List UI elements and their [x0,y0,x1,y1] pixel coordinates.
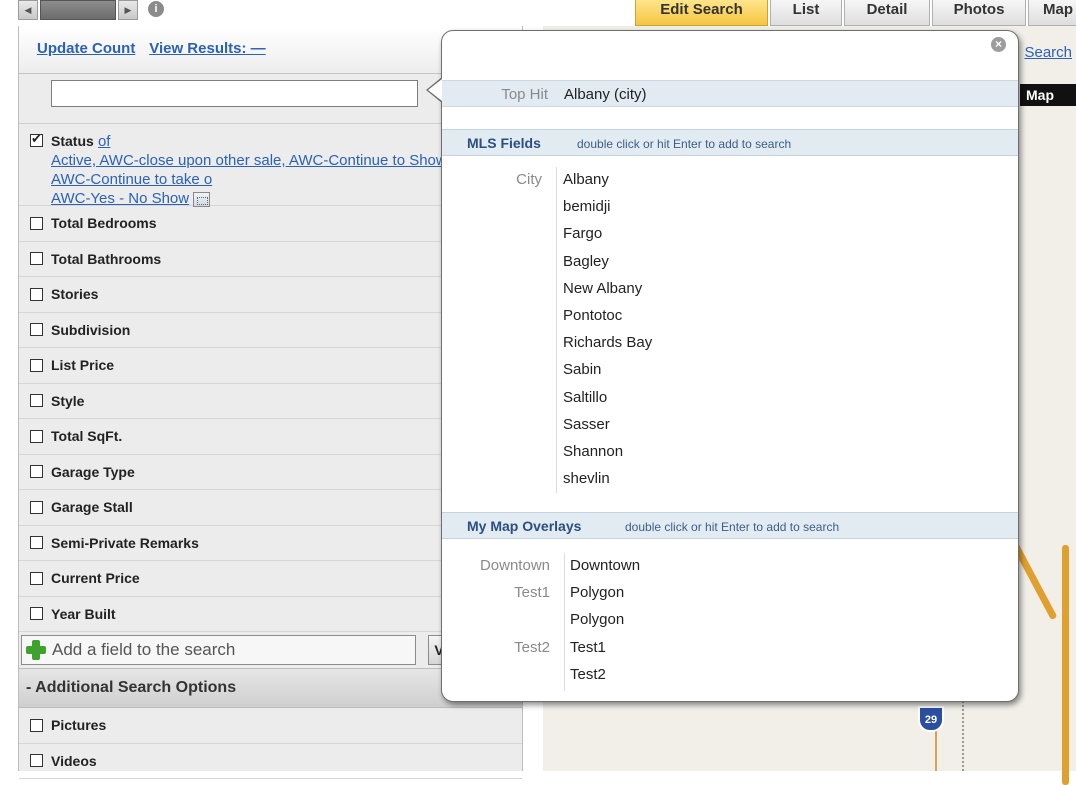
overlay-group-key: Test1 [514,584,550,602]
top-hit-value: Albany (city) [564,86,647,103]
city-suggestion[interactable]: Sasser [563,416,610,433]
option-row: Pictures [19,708,522,744]
map-label: Map [1020,84,1076,106]
field-label[interactable]: Total SqFt. [51,428,122,444]
field-checkbox[interactable] [30,358,43,372]
mls-fields-hint: double click or hit Enter to add to sear… [577,137,792,151]
option-row: Videos [19,744,522,779]
option-label[interactable]: Videos [51,753,97,769]
status-checkbox[interactable] [30,131,43,147]
popup-pointer-inner [428,79,442,101]
chevron-left-icon: ◀ [24,5,32,15]
field-label[interactable]: List Price [51,357,114,373]
info-icon[interactable]: i [148,1,164,17]
map-overlays-hint: double click or hit Enter to add to sear… [625,520,840,534]
option-checkbox[interactable] [30,754,43,768]
tab-photos[interactable]: Photos [932,0,1026,26]
update-count-link[interactable]: Update Count [37,40,135,57]
add-field-input[interactable]: Add a field to the search [21,635,416,665]
city-suggestion[interactable]: Fargo [563,225,602,242]
map-road [1062,545,1069,785]
top-toolbar: ◀ ▶ i Edit Search List Detail Photos Map [0,0,1076,26]
map-road [962,690,968,771]
field-checkbox[interactable] [30,287,43,301]
city-suggestion[interactable]: Pontotoc [563,307,622,324]
city-suggestion[interactable]: Albany [563,171,609,188]
status-label: Status [51,133,94,149]
nav-back-button[interactable]: ◀ [18,0,38,20]
map-overlays-header: My Map Overlays double click or hit Ente… [442,512,1018,539]
calendar-icon[interactable] [193,191,211,207]
field-label[interactable]: Style [51,393,84,409]
field-label[interactable]: Garage Type [51,464,135,480]
status-of-link[interactable]: of [98,133,111,150]
tab-edit-search[interactable]: Edit Search [635,0,768,26]
city-suggestion[interactable]: Sabin [563,361,601,378]
chevron-right-icon: ▶ [124,5,132,15]
tab-list[interactable]: List [770,0,842,26]
tab-map[interactable]: Map [1028,0,1076,26]
option-label[interactable]: Pictures [51,717,106,733]
nav-slider-button[interactable] [40,0,116,20]
overlay-group-key: Test2 [514,638,550,656]
field-checkbox[interactable] [30,429,43,443]
map-search-link[interactable]: Search [1024,44,1072,61]
field-label[interactable]: Garage Stall [51,499,133,515]
overlay-suggestion[interactable]: Polygon [570,611,624,628]
status-values-link[interactable]: Active, AWC-close upon other sale, AWC-C… [51,151,451,189]
map-road [935,730,937,771]
status-values-link-line3[interactable]: AWC-Yes - No Show [51,190,189,207]
city-suggestion[interactable]: shevlin [563,470,610,487]
plus-icon [26,640,46,660]
divider [556,167,557,493]
field-label[interactable]: Total Bedrooms [51,215,157,231]
city-key: City [516,171,542,188]
map-overlays-title: My Map Overlays [467,518,582,534]
top-hit-row[interactable]: Top Hit Albany (city) [442,80,1018,107]
field-checkbox[interactable] [30,571,43,585]
nav-forward-button[interactable]: ▶ [118,0,138,20]
additional-options-list: Pictures Videos [19,708,522,779]
city-suggestion[interactable]: New Albany [563,280,642,297]
city-suggestion[interactable]: bemidji [563,198,611,215]
field-checkbox[interactable] [30,607,43,621]
view-results-link[interactable]: View Results: — [149,40,265,57]
suggestions-popup: × Top Hit Albany (city) MLS Fields doubl… [441,30,1019,702]
tab-detail[interactable]: Detail [844,0,930,26]
interstate-shield-icon: 29 [918,706,944,732]
overlay-suggestion[interactable]: Polygon [570,584,624,601]
close-icon[interactable]: × [991,37,1006,52]
overlay-suggestion[interactable]: Test2 [570,666,606,683]
overlay-group-key: Downtown [479,557,550,574]
field-label[interactable]: Stories [51,286,98,302]
city-suggestion[interactable]: Bagley [563,253,609,270]
field-label[interactable]: Subdivision [51,322,130,338]
overlay-suggestion[interactable]: Test1 [570,639,606,656]
field-label[interactable]: Current Price [51,570,140,586]
field-checkbox[interactable] [30,536,43,550]
city-suggestion[interactable]: Saltillo [563,389,607,406]
divider [564,553,565,691]
field-checkbox[interactable] [30,252,43,266]
top-hit-key: Top Hit [501,86,548,103]
search-input[interactable] [51,80,418,107]
field-checkbox[interactable] [30,500,43,514]
mls-fields-header: MLS Fields double click or hit Enter to … [442,129,1018,156]
mls-fields-title: MLS Fields [467,135,541,151]
overlay-suggestion[interactable]: Downtown [570,557,640,574]
field-label[interactable]: Total Bathrooms [51,251,161,267]
field-checkbox[interactable] [30,394,43,408]
city-suggestion[interactable]: Shannon [563,443,623,460]
field-label[interactable]: Year Built [51,606,116,622]
city-suggestion[interactable]: Richards Bay [563,334,652,351]
field-checkbox[interactable] [30,216,43,230]
add-field-label: Add a field to the search [52,640,236,659]
status-criteria: Status of Active, AWC-close upon other s… [51,132,451,208]
field-checkbox[interactable] [30,323,43,337]
field-label[interactable]: Semi-Private Remarks [51,535,199,551]
option-checkbox[interactable] [30,718,43,732]
field-checkbox[interactable] [30,465,43,479]
